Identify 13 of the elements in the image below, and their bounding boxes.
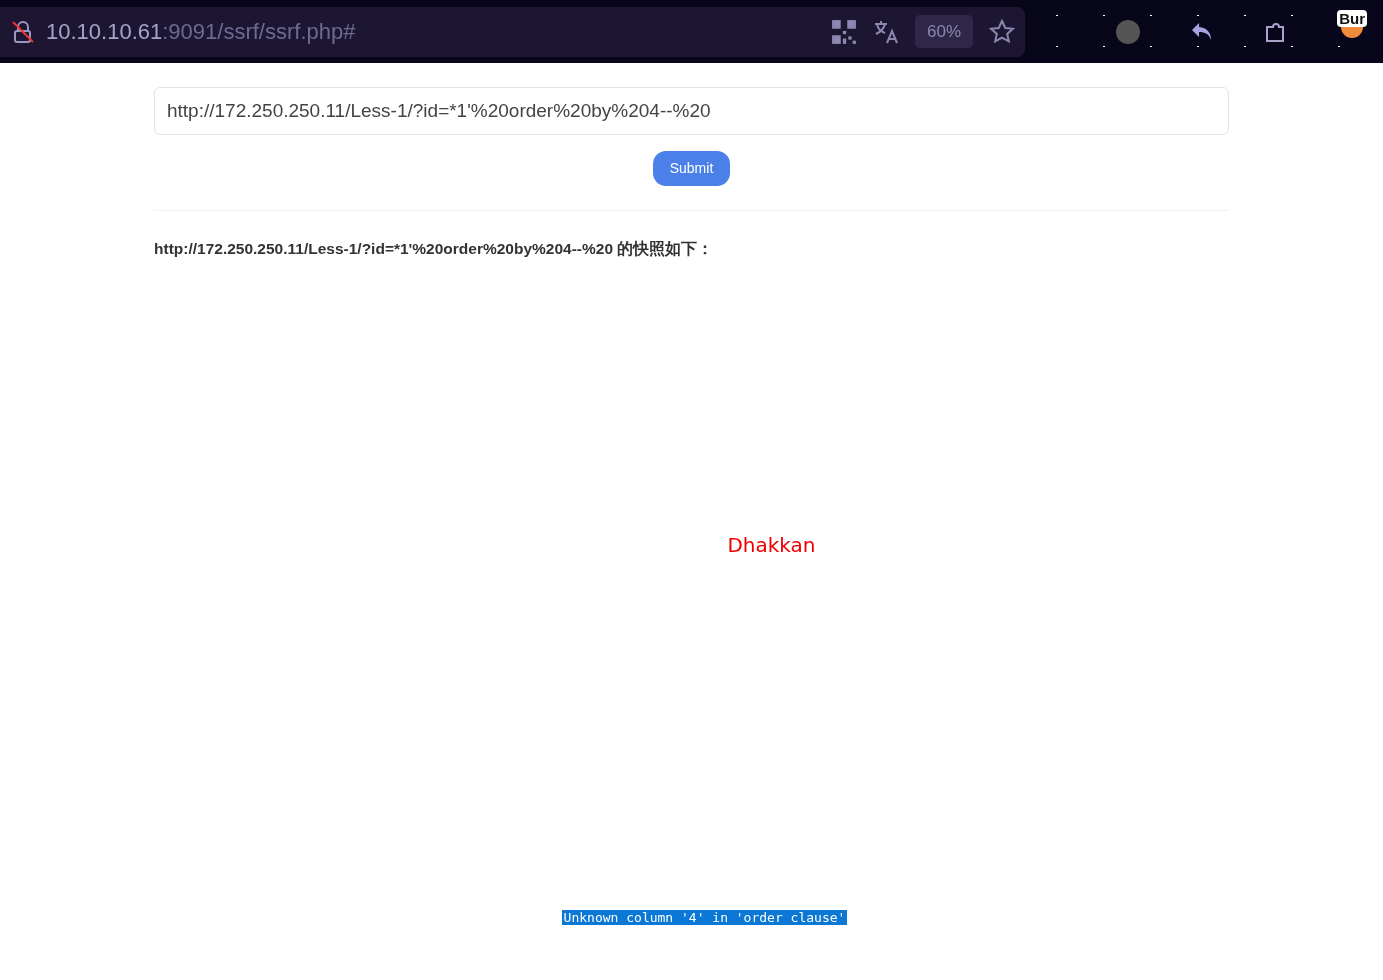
star-icon[interactable]	[989, 18, 1015, 45]
snapshot-heading: http://172.250.250.11/Less-1/?id=*1'%20order%20by%204--%20 的快照如下：	[154, 239, 715, 259]
url-path: :9091/ssrf/ssrf.php#	[162, 19, 356, 44]
translate-icon[interactable]	[872, 18, 899, 45]
url-input[interactable]: http://172.250.250.11/Less-1/?id=*1'%20order%20by%204--%20	[154, 87, 1229, 135]
error-message: Unknown column '4' in 'order clause'	[561, 910, 848, 926]
crossed-lock-icon[interactable]	[10, 18, 36, 45]
extension-badge[interactable]: Bur	[1337, 10, 1367, 27]
zoom-level[interactable]: 60%	[914, 14, 973, 49]
url-host: 10.10.10.61	[46, 19, 163, 44]
page-title: Dhakkan	[726, 533, 816, 558]
submit-button[interactable]: Submit	[652, 151, 731, 186]
qr-code-icon[interactable]	[830, 18, 857, 45]
